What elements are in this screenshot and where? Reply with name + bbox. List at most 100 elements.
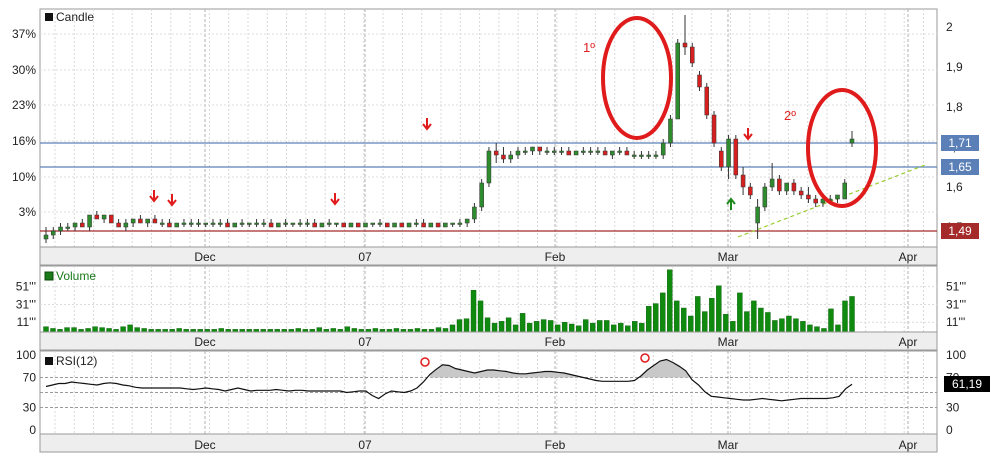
- candle-body: [130, 218, 136, 224]
- candle-plot-frame: [39, 8, 938, 248]
- volume-bar: [372, 328, 379, 333]
- candle-right-tick: 1,6: [946, 180, 963, 194]
- candle: [174, 222, 179, 228]
- candle-body: [123, 222, 129, 228]
- volume-bar: [449, 324, 456, 333]
- candle-body: [414, 222, 419, 225]
- volume-bar: [134, 327, 140, 333]
- volume-bar: [674, 300, 680, 333]
- volume-bar: [85, 328, 91, 333]
- rsi-left-tick: 0: [29, 423, 36, 437]
- candle-body: [653, 154, 659, 157]
- x-axis-label: Dec: [194, 438, 215, 452]
- volume-bar: [842, 300, 848, 333]
- volume-bar: [688, 315, 694, 333]
- candle-body: [72, 222, 78, 228]
- volume-bar: [772, 320, 778, 333]
- candle-body: [646, 154, 651, 157]
- rsi-left-tick: 70: [23, 371, 37, 385]
- candle-body: [261, 222, 267, 225]
- volume-bar: [141, 328, 147, 333]
- candle-left-tick: 30%: [12, 63, 36, 77]
- volume-right-axis: 51''' 31''' 11''': [946, 280, 966, 330]
- candle-left-tick: 10%: [12, 170, 36, 184]
- volume-bar: [512, 324, 519, 333]
- candle-body: [428, 222, 434, 228]
- x-axis-label: Apr: [899, 438, 918, 452]
- volume-bar: [505, 317, 512, 333]
- x-axis-label: Mar: [718, 438, 739, 452]
- candle-body: [326, 222, 332, 225]
- candle-body: [726, 138, 731, 168]
- volume-right-tick: 51''': [946, 280, 966, 294]
- candle: [348, 222, 354, 228]
- candle-body: [283, 222, 288, 225]
- candle-body: [508, 154, 513, 160]
- candle-body: [363, 222, 368, 228]
- candle-body: [530, 146, 535, 152]
- candle-body: [334, 222, 339, 225]
- x-axis-label: 07: [358, 335, 372, 349]
- volume-right-tick: 31''': [946, 297, 966, 311]
- candle-body: [755, 206, 760, 224]
- candle: [479, 179, 484, 211]
- candle-body: [341, 222, 346, 228]
- candle-body: [355, 222, 361, 228]
- candle-body: [610, 150, 615, 156]
- volume-bar: [344, 326, 351, 333]
- volume-bar: [470, 290, 477, 333]
- candle-body: [399, 222, 405, 228]
- volume-bar: [709, 298, 715, 333]
- price-badge-label: 1,71: [948, 136, 972, 150]
- candle-body: [385, 222, 390, 228]
- candle-body: [501, 154, 506, 160]
- candle-body: [290, 222, 296, 225]
- candle-body: [65, 226, 71, 229]
- candle-body: [588, 150, 593, 153]
- candle-body: [51, 230, 56, 236]
- candle-body: [43, 234, 49, 240]
- candle-body: [167, 222, 172, 228]
- candle-panel: 1º 2º Candle 37% 30% 23% 16% 10% 3% 2 1,9 1,8 1,…: [12, 8, 979, 248]
- volume-bar: [800, 321, 806, 333]
- volume-bar: [316, 327, 323, 333]
- volume-bar: [526, 322, 533, 333]
- volume-bar: [575, 325, 582, 333]
- volume-bar: [295, 328, 302, 333]
- candle-body: [711, 114, 717, 144]
- x-axis-label: Mar: [718, 335, 739, 349]
- candle: [399, 222, 405, 228]
- candle-body: [464, 218, 470, 224]
- candle: [733, 135, 739, 179]
- annotation-label-2: 2º: [784, 108, 796, 123]
- volume-bar: [218, 328, 224, 333]
- candle-body: [210, 222, 216, 225]
- candle: [232, 222, 238, 228]
- candle: [109, 214, 114, 224]
- volume-bar: [835, 324, 841, 333]
- candle-body: [247, 222, 252, 225]
- volume-bar: [849, 296, 855, 333]
- volume-bar: [435, 327, 442, 333]
- candle: [341, 222, 346, 228]
- rsi-legend-label: RSI(12): [56, 354, 97, 368]
- candle-body: [835, 194, 840, 200]
- annotation-label-1: 1º: [583, 40, 595, 55]
- candle-body: [813, 198, 818, 204]
- candle: [486, 147, 492, 187]
- x-axis-label: Dec: [194, 250, 215, 264]
- candle-body: [515, 150, 521, 156]
- rsi-right-tick: 100: [946, 348, 966, 362]
- candle-body: [682, 42, 688, 48]
- candle-body: [109, 214, 114, 224]
- candle-body: [152, 218, 158, 224]
- volume-bar: [463, 318, 470, 333]
- x-axis-label: Feb: [545, 250, 566, 264]
- volume-bar: [603, 320, 610, 333]
- rsi-right-tick: 30: [946, 401, 960, 415]
- candle-body: [181, 222, 187, 225]
- candle-body: [58, 226, 63, 232]
- volume-bar: [106, 328, 112, 333]
- volume-bar: [632, 321, 638, 333]
- volume-left-tick: 11''': [17, 315, 36, 329]
